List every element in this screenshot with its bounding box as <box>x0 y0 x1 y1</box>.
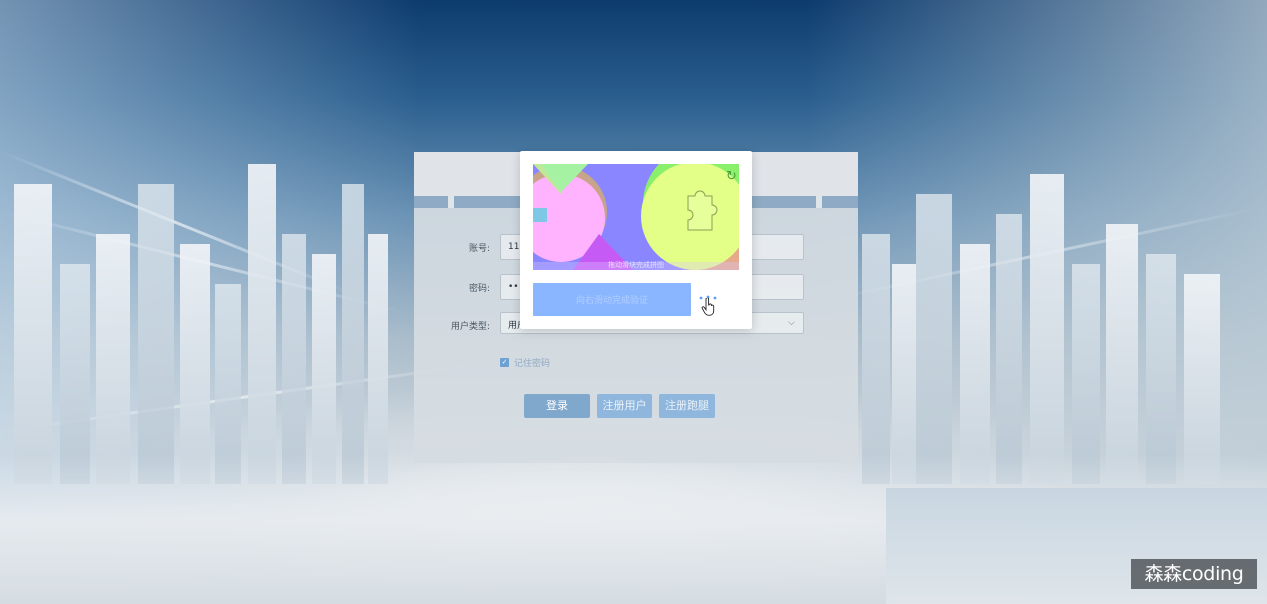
building <box>282 234 306 484</box>
register-user-button[interactable]: 注册用户 <box>597 394 652 418</box>
building <box>312 254 336 484</box>
building <box>892 264 916 484</box>
building <box>1030 174 1064 484</box>
remember-password[interactable]: ✓ 记住密码 <box>500 356 550 369</box>
captcha-puzzle-background <box>533 164 739 270</box>
building <box>180 244 210 484</box>
building <box>368 234 388 484</box>
password-label: 密码: <box>468 284 490 294</box>
slider-track: 向右滑动完成验证 <box>533 283 691 316</box>
chevron-down-icon: ⌵ <box>788 318 795 328</box>
tab-divider <box>816 196 822 208</box>
building <box>1072 264 1100 484</box>
user-type-label: 用户类型: <box>450 322 490 332</box>
hand-pointer-icon <box>701 298 715 316</box>
building <box>1106 224 1138 484</box>
account-label: 账号: <box>468 244 490 254</box>
tab-divider <box>448 196 454 208</box>
building <box>1184 274 1220 484</box>
slider-hint: 向右滑动完成验证 <box>575 296 648 306</box>
building <box>138 184 174 484</box>
refresh-icon[interactable]: ↻ <box>726 170 739 184</box>
building <box>342 184 364 484</box>
building <box>14 184 52 484</box>
remember-checkbox[interactable]: ✓ <box>500 358 509 367</box>
remember-label: 记住密码 <box>514 359 551 369</box>
building <box>96 234 130 484</box>
login-button[interactable]: 登录 <box>524 394 590 418</box>
register-coach-button[interactable]: 注册跑腿 <box>659 394 715 418</box>
building <box>862 234 890 484</box>
captcha-popup: ↻ 拖动滑块完成拼图 向右滑动完成验证 <box>520 151 752 329</box>
building <box>248 164 276 484</box>
building <box>996 214 1022 484</box>
building <box>1146 254 1176 484</box>
captcha-caption: 拖动滑块完成拼图 <box>608 261 664 269</box>
building <box>916 194 952 484</box>
building <box>60 264 90 484</box>
building <box>960 244 990 484</box>
watermark: 森森coding <box>1131 559 1257 589</box>
captcha-image: ↻ 拖动滑块完成拼图 <box>533 164 739 270</box>
